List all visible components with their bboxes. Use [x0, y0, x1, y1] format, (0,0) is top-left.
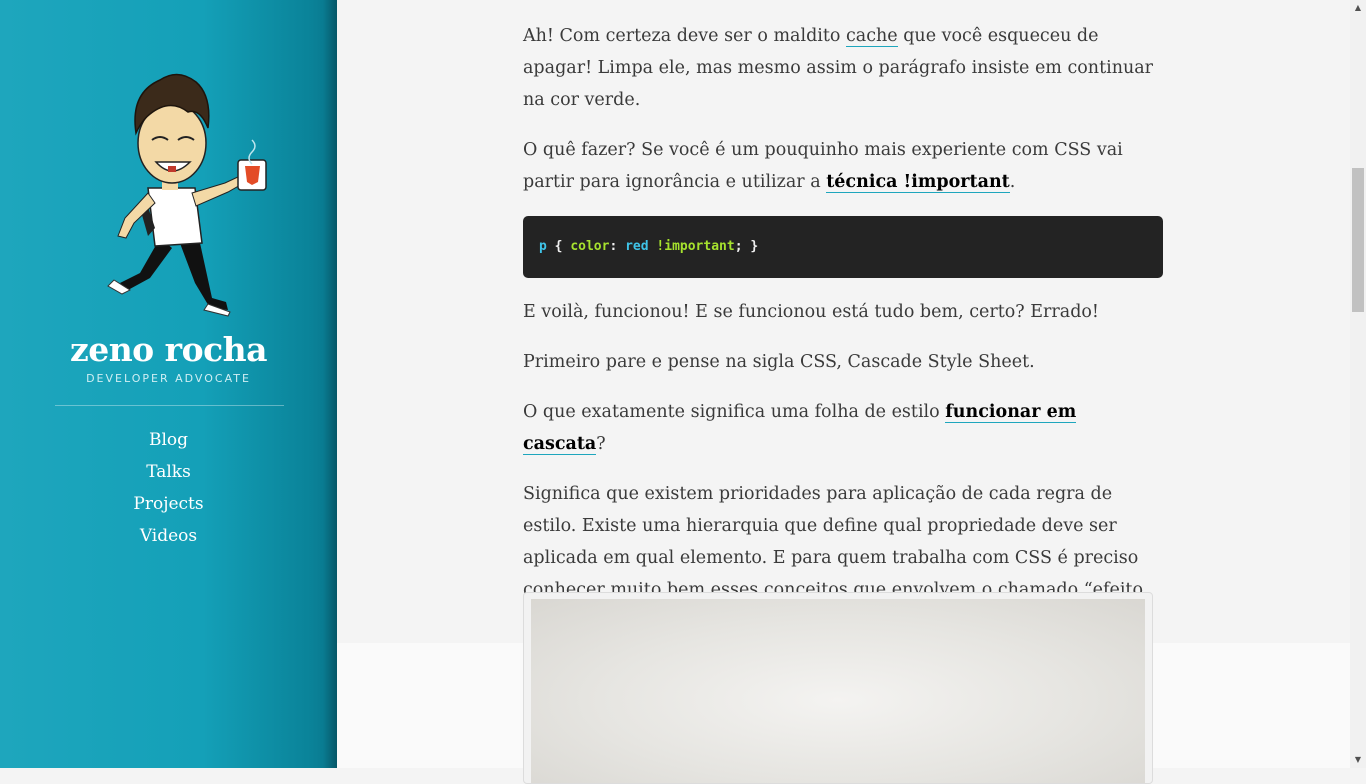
nav-item-videos[interactable]: Videos	[0, 520, 337, 552]
paragraph: E voilà, funcionou! E se funcionou está …	[523, 302, 1099, 322]
link-cache[interactable]: cache	[846, 26, 898, 47]
avatar[interactable]	[100, 68, 280, 318]
article-content: Ah! Com certeza deve ser o maldito cache…	[523, 20, 1163, 656]
link-important-technique[interactable]: técnica !important	[826, 172, 1010, 193]
sidebar-nav: Blog Talks Projects Videos	[0, 424, 337, 552]
article-image	[531, 599, 1145, 783]
code-punct: :	[609, 239, 626, 254]
arrow-up-icon[interactable]: ▲	[1350, 0, 1366, 16]
code-selector: p	[539, 239, 547, 254]
sidebar-divider	[55, 405, 284, 406]
arrow-down-icon[interactable]: ▼	[1350, 752, 1366, 768]
paragraph: Ah! Com certeza deve ser o maldito cache…	[523, 20, 1163, 116]
code-line: p { color: red !important; }	[539, 237, 758, 257]
article-image-frame	[523, 592, 1153, 784]
code-property: color	[570, 239, 610, 254]
code-value: red	[625, 239, 649, 254]
text: Ah! Com certeza deve ser o maldito	[523, 26, 846, 46]
text: O que exatamente significa uma folha de …	[523, 402, 946, 422]
text: .	[1009, 172, 1016, 192]
nav-item-blog[interactable]: Blog	[0, 424, 337, 456]
nav-item-projects[interactable]: Projects	[0, 488, 337, 520]
nav-item-talks[interactable]: Talks	[0, 456, 337, 488]
code-important: !important	[656, 239, 735, 254]
code-block: p { color: red !important; }	[523, 216, 1163, 278]
code-punct: {	[546, 239, 571, 254]
scrollbar-thumb[interactable]	[1352, 168, 1364, 312]
scrollbar[interactable]: ▲ ▼	[1350, 0, 1366, 768]
code-punct: ; }	[734, 239, 759, 254]
text: O quê fazer? Se você é um pouquinho mais…	[523, 140, 1123, 192]
paragraph: Primeiro pare e pense na sigla CSS, Casc…	[523, 352, 1035, 372]
paragraph: O que exatamente significa uma folha de …	[523, 396, 1163, 460]
site-subtitle: DEVELOPER ADVOCATE	[86, 372, 251, 385]
site-title[interactable]: zeno rocha	[0, 330, 337, 369]
text: ?	[596, 434, 606, 454]
paragraph: O quê fazer? Se você é um pouquinho mais…	[523, 134, 1163, 198]
sidebar: zeno rocha DEVELOPER ADVOCATE Blog Talks…	[0, 0, 337, 768]
